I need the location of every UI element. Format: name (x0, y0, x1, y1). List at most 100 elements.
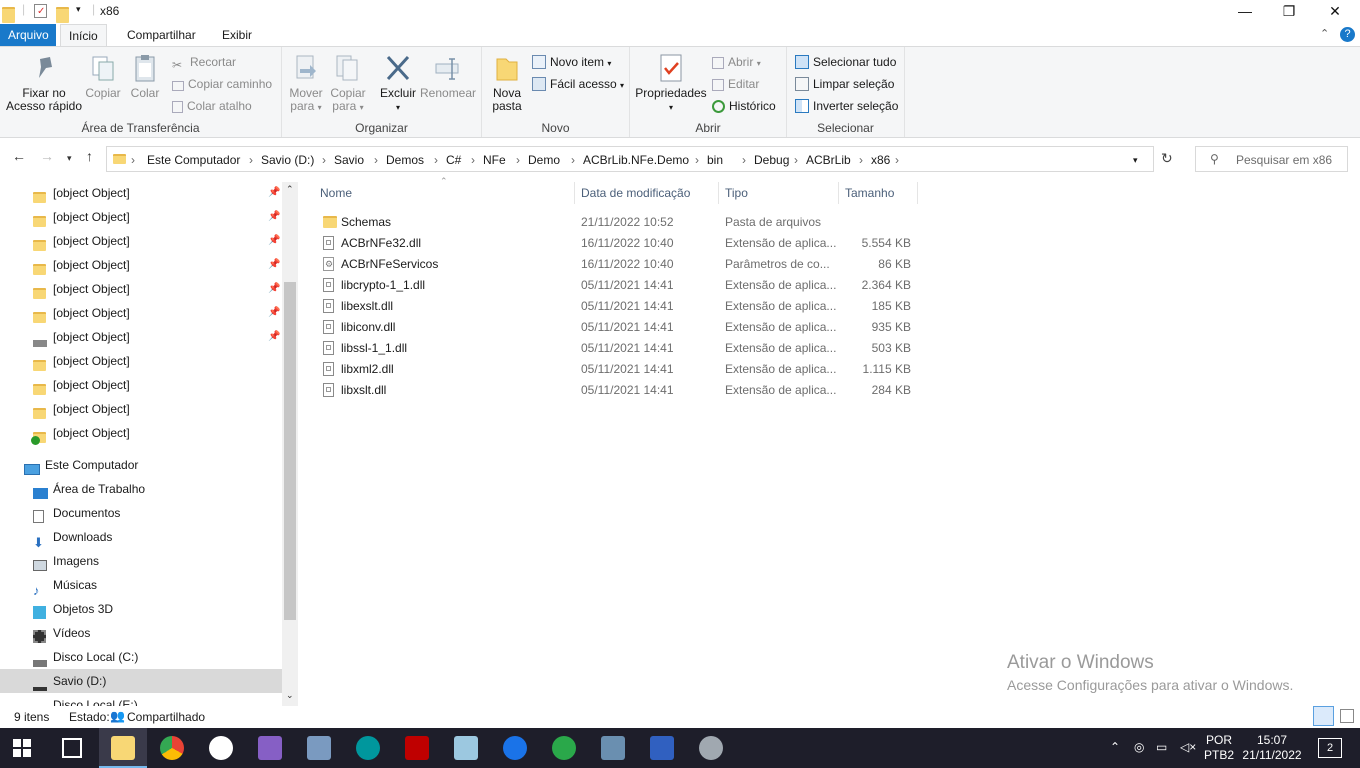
refresh-icon[interactable]: ↻ (1161, 150, 1173, 167)
meet-now-icon[interactable]: ◎ (1134, 740, 1144, 755)
copy-path-button[interactable]: Copiar caminho (172, 75, 272, 93)
calculator-icon[interactable] (601, 736, 625, 760)
breadcrumb-item[interactable]: Este Computador (147, 153, 240, 167)
minimize-button[interactable]: — (1222, 0, 1268, 24)
visual-studio-icon[interactable] (258, 736, 282, 760)
file-row[interactable]: ACBrNFe32.dll 16/11/2022 10:40 Extensão de… (308, 233, 918, 254)
breadcrumb-chevron-icon[interactable]: › (374, 153, 378, 167)
details-view-icon[interactable] (1313, 706, 1334, 726)
cut-button[interactable]: ✂ Recortar (172, 53, 236, 72)
breadcrumb-chevron-icon[interactable]: › (794, 153, 798, 167)
select-all-button[interactable]: Selecionar tudo (795, 53, 896, 71)
quick-access-dropdown-icon[interactable]: ▾ (76, 4, 81, 20)
arduino-icon[interactable] (356, 736, 380, 760)
collapse-ribbon-icon[interactable]: ⌃ (1320, 27, 1329, 40)
breadcrumb-item[interactable]: Savio (D:) (261, 153, 314, 167)
paste-shortcut-button[interactable]: Colar atalho (172, 97, 252, 115)
sidebar-item[interactable]: [object Object] (0, 349, 282, 373)
sidebar-item[interactable]: Documentos (0, 501, 282, 525)
notepad-app-icon[interactable] (454, 736, 478, 760)
scroll-thumb[interactable] (284, 282, 296, 620)
volume-muted-icon[interactable]: ◁× (1180, 740, 1196, 755)
input-language-indicator[interactable]: POR PTB2 (1202, 733, 1236, 763)
breadcrumb-item[interactable]: x86 (871, 153, 890, 167)
breadcrumb-chevron-icon[interactable]: › (434, 153, 438, 167)
breadcrumb-chevron-icon[interactable]: › (695, 153, 699, 167)
delete-button[interactable]: Excluir ▾ (376, 53, 420, 114)
pin-quick-access-button[interactable]: Fixar no Acesso rápido (4, 53, 84, 113)
properties-icon[interactable]: ✓ (34, 4, 47, 18)
breadcrumb-item[interactable]: ACBrLib.NFe.Demo (583, 153, 689, 167)
tab-arquivo[interactable]: Arquivo (0, 24, 56, 46)
sidebar-item[interactable]: Vídeos (0, 621, 282, 645)
sidebar-item[interactable]: [object Object] (0, 421, 282, 445)
open-button[interactable]: Abrir ▾ (712, 53, 761, 71)
filezilla-icon[interactable] (405, 736, 429, 760)
file-row[interactable]: libcrypto-1_1.dll 05/11/2021 14:41 Extensã… (308, 275, 918, 296)
tab-inicio[interactable]: Início (60, 24, 107, 46)
sidebar-item[interactable]: ♪ Músicas (0, 573, 282, 597)
large-icons-view-icon[interactable] (1340, 709, 1354, 723)
maximize-button[interactable]: ❐ (1266, 0, 1312, 24)
sidebar-item[interactable]: [object Object] 📌 (0, 229, 282, 253)
network-icon[interactable]: ▭ (1156, 740, 1167, 755)
properties-button[interactable]: Propriedades ▾ (634, 53, 708, 114)
breadcrumb-chevron-icon[interactable]: › (895, 153, 899, 167)
breadcrumb-item[interactable]: Demos (386, 153, 424, 167)
breadcrumb-chevron-icon[interactable]: › (471, 153, 475, 167)
column-header-type[interactable]: Tipo (725, 186, 748, 200)
sidebar-item[interactable]: [object Object] 📌 (0, 181, 282, 205)
tab-exibir[interactable]: Exibir (214, 24, 260, 46)
column-header-date[interactable]: Data de modificação (581, 186, 690, 200)
close-button[interactable]: ✕ (1312, 0, 1358, 24)
move-to-button[interactable]: Mover para ▾ (286, 53, 326, 114)
sidebar-item[interactable]: [object Object] (0, 397, 282, 421)
maps-pin-icon[interactable] (503, 736, 527, 760)
sidebar-item[interactable]: [object Object] 📌 (0, 277, 282, 301)
sidebar-item[interactable]: Disco Local (E:) (0, 693, 282, 706)
copy-button[interactable]: Copiar (84, 53, 122, 100)
windows-start-icon[interactable] (12, 738, 32, 758)
sidebar-item[interactable]: [object Object] 📌 (0, 325, 282, 349)
breadcrumb-item[interactable]: C# (446, 153, 461, 167)
recent-locations-icon[interactable]: ▾ (67, 153, 72, 164)
search-input[interactable]: Pesquisar em x86 (1236, 153, 1332, 167)
sidebar-item[interactable]: Imagens (0, 549, 282, 573)
chrome-icon[interactable] (160, 736, 184, 760)
forward-arrow-icon[interactable]: → (40, 148, 54, 164)
breadcrumb-item[interactable]: NFe (483, 153, 506, 167)
scroll-down-icon[interactable]: ⌄ (286, 690, 294, 701)
breadcrumb-item[interactable]: bin (707, 153, 723, 167)
sidebar-item[interactable]: Objetos 3D (0, 597, 282, 621)
sidebar-item[interactable]: ⬇ Downloads (0, 525, 282, 549)
search-box[interactable]: ⚲ Pesquisar em x86 (1195, 146, 1348, 172)
sidebar-item[interactable]: [object Object] 📌 (0, 301, 282, 325)
column-divider[interactable] (718, 182, 719, 204)
column-divider[interactable] (838, 182, 839, 204)
breadcrumb-item[interactable]: Savio (334, 153, 364, 167)
clock[interactable]: 15:07 21/11/2022 (1240, 733, 1304, 763)
paste-button[interactable]: Colar (126, 53, 164, 100)
column-header-size[interactable]: Tamanho (845, 186, 894, 200)
file-row[interactable]: libssl-1_1.dll 05/11/2021 14:41 Extensão d… (308, 338, 918, 359)
column-divider[interactable] (574, 182, 575, 204)
sidebar-item[interactable]: Savio (D:) (0, 669, 282, 693)
history-button[interactable]: Histórico (712, 97, 776, 115)
settings-gear-icon[interactable] (699, 736, 723, 760)
taskbar-file-explorer[interactable] (99, 728, 147, 768)
file-row[interactable]: libexslt.dll 05/11/2021 14:41 Extensão de … (308, 296, 918, 317)
breadcrumb-item[interactable]: Debug (754, 153, 789, 167)
remote-desktop-icon[interactable] (650, 736, 674, 760)
file-row[interactable]: libiconv.dll 05/11/2021 14:41 Extensão de … (308, 317, 918, 338)
up-arrow-icon[interactable]: ↑ (86, 148, 93, 164)
invert-selection-button[interactable]: Inverter seleção (795, 97, 898, 115)
copy-to-button[interactable]: Copiar para ▾ (328, 53, 368, 114)
breadcrumb-chevron-icon[interactable]: › (742, 153, 746, 167)
breadcrumb-chevron-icon[interactable]: › (516, 153, 520, 167)
select-none-button[interactable]: Limpar seleção (795, 75, 894, 93)
file-row[interactable]: Schemas 21/11/2022 10:52 Pasta de arquivos (308, 212, 918, 233)
file-row[interactable]: libxslt.dll 05/11/2021 14:41 Extensão de a… (308, 380, 918, 401)
easy-access-button[interactable]: Fácil acesso ▾ (532, 75, 624, 93)
sidebar-scrollbar[interactable]: ⌃ ⌄ (282, 182, 298, 706)
sidebar-item[interactable]: Área de Trabalho (0, 477, 282, 501)
